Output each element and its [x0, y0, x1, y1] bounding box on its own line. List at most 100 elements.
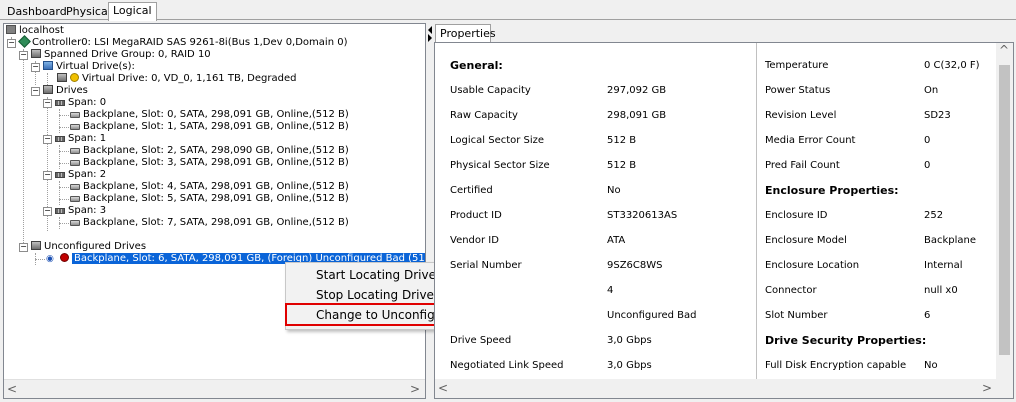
tree-node-virtual-drives[interactable]: Virtual Drive(s):	[43, 61, 135, 73]
tree-node-drives[interactable]: Drives	[43, 85, 88, 97]
tree-node-drive[interactable]: Backplane, Slot: 7, SATA, 298,091 GB, On…	[70, 217, 349, 229]
property-value: null x0	[924, 285, 958, 296]
property-value: 512 B	[607, 135, 637, 146]
property-value: 0	[924, 135, 931, 146]
collapse-toggle[interactable]: −	[31, 87, 40, 96]
property-value: Internal	[924, 260, 963, 271]
span-icon	[55, 100, 65, 106]
menu-item-start-locating[interactable]: Start Locating Drive	[316, 268, 436, 282]
scroll-right-icon[interactable]: >	[979, 381, 995, 395]
drive-icon	[70, 196, 80, 202]
property-value: No	[924, 360, 938, 371]
property-label: Slot Number	[765, 310, 828, 321]
scroll-left-icon[interactable]: <	[435, 381, 451, 395]
drive-icon	[70, 184, 80, 190]
drive-group-icon	[43, 85, 53, 94]
expand-right-icon[interactable]	[428, 34, 432, 42]
tree-node-drive-group[interactable]: Spanned Drive Group: 0, RAID 10	[31, 49, 211, 61]
tree-node-virtual-drive-0[interactable]: Virtual Drive: 0, VD_0, 1,161 TB, Degrad…	[57, 73, 296, 85]
tree-node-drive[interactable]: Backplane, Slot: 4, SATA, 298,091 GB, On…	[70, 181, 349, 193]
server-icon	[6, 25, 16, 34]
vertical-scrollbar[interactable]: ^	[996, 43, 1013, 380]
drive-group-icon	[31, 49, 41, 58]
tree-node-drive[interactable]: Backplane, Slot: 2, SATA, 298,090 GB, On…	[70, 145, 349, 157]
collapse-left-icon[interactable]	[428, 26, 432, 34]
security-heading: Drive Security Properties:	[765, 334, 927, 347]
property-label: Enclosure Model	[765, 235, 847, 246]
drive-group-icon	[31, 241, 41, 250]
property-label: Usable Capacity	[450, 85, 531, 96]
collapse-toggle[interactable]: −	[31, 63, 40, 72]
drive-icon	[70, 124, 80, 130]
enclosure-heading: Enclosure Properties:	[765, 184, 899, 197]
scroll-left-icon[interactable]: <	[4, 382, 20, 396]
drive-icon	[70, 220, 80, 226]
controller-icon	[19, 37, 29, 46]
drive-icon	[70, 160, 80, 166]
property-value: 252	[924, 210, 944, 221]
scroll-up-icon[interactable]: ^	[996, 43, 1012, 57]
property-value: 0	[924, 160, 931, 171]
collapse-toggle[interactable]: −	[43, 99, 52, 108]
eye-icon: ◉	[46, 254, 54, 264]
collapse-toggle[interactable]: −	[7, 39, 16, 48]
general-heading: General:	[450, 59, 503, 72]
property-value: SD23	[924, 110, 951, 121]
main-tabbar: Dashboard Physical Logical	[0, 0, 1016, 21]
collapse-toggle[interactable]: −	[43, 135, 52, 144]
property-label: Logical Sector Size	[450, 135, 545, 146]
virtual-drive-icon	[43, 61, 53, 70]
status-icon	[70, 73, 79, 82]
tab-logical[interactable]: Logical	[108, 2, 157, 21]
tree-node-span-3[interactable]: Span: 3	[55, 205, 106, 217]
tab-physical[interactable]: Physical	[62, 4, 115, 20]
property-value: 3,0 Gbps	[607, 335, 652, 346]
scroll-right-icon[interactable]: >	[407, 382, 423, 396]
tree-node-drive[interactable]: Backplane, Slot: 5, SATA, 298,091 GB, On…	[70, 193, 349, 205]
tree-node-drive[interactable]: Backplane, Slot: 3, SATA, 298,091 GB, On…	[70, 157, 349, 169]
property-label: Full Disk Encryption capable	[765, 360, 907, 371]
tree-node-localhost[interactable]: localhost	[6, 25, 64, 37]
property-label: Power Status	[765, 85, 831, 96]
collapse-toggle[interactable]: −	[43, 171, 52, 180]
tab-dashboard[interactable]: Dashboard	[3, 4, 71, 20]
property-label: Negotiated Link Speed	[450, 360, 564, 371]
property-label: Raw Capacity	[450, 110, 518, 121]
property-label: Vendor ID	[450, 235, 499, 246]
property-value: Unconfigured Bad	[607, 310, 697, 321]
property-value: ST3320613AS	[607, 210, 678, 221]
menu-item-stop-locating[interactable]: Stop Locating Drive	[316, 288, 434, 302]
tree-node-unconfigured-drives[interactable]: Unconfigured Drives	[31, 241, 146, 253]
property-label: Media Error Count	[765, 135, 856, 146]
horizontal-scrollbar[interactable]: < >	[435, 379, 1013, 398]
collapse-toggle[interactable]: −	[19, 51, 28, 60]
property-value: No	[607, 185, 621, 196]
property-label: Physical Sector Size	[450, 160, 550, 171]
tree-node-drive[interactable]: Backplane, Slot: 0, SATA, 298,091 GB, On…	[70, 109, 349, 121]
property-value: 297,092 GB	[607, 85, 667, 96]
property-label: Serial Number	[450, 260, 522, 271]
tree-node-drive[interactable]: Backplane, Slot: 1, SATA, 298,091 GB, On…	[70, 121, 349, 133]
property-value: 9SZ6C8WS	[607, 260, 663, 271]
span-icon	[55, 136, 65, 142]
collapse-toggle[interactable]: −	[19, 243, 28, 252]
tree-node-span-1[interactable]: Span: 1	[55, 133, 106, 145]
property-value: 3,0 Gbps	[607, 360, 652, 371]
horizontal-scrollbar[interactable]: < >	[4, 379, 425, 398]
span-icon	[55, 172, 65, 178]
tab-properties[interactable]: Properties	[435, 24, 496, 42]
property-label: Connector	[765, 285, 817, 296]
property-value: 512 B	[607, 160, 637, 171]
tree-node-controller[interactable]: Controller0: LSI MegaRAID SAS 9261-8i(Bu…	[19, 37, 347, 49]
collapse-toggle[interactable]: −	[43, 207, 52, 216]
property-value: 0 C(32,0 F)	[924, 60, 980, 71]
tree-node-span-0[interactable]: Span: 0	[55, 97, 106, 109]
property-value: On	[924, 85, 939, 96]
virtual-drive-icon	[57, 73, 67, 82]
property-value: 6	[924, 310, 931, 321]
scroll-thumb[interactable]	[999, 65, 1010, 355]
drive-icon	[70, 112, 80, 118]
property-value: Backplane	[924, 235, 977, 246]
tree-node-span-2[interactable]: Span: 2	[55, 169, 106, 181]
property-value: ATA	[607, 235, 626, 246]
